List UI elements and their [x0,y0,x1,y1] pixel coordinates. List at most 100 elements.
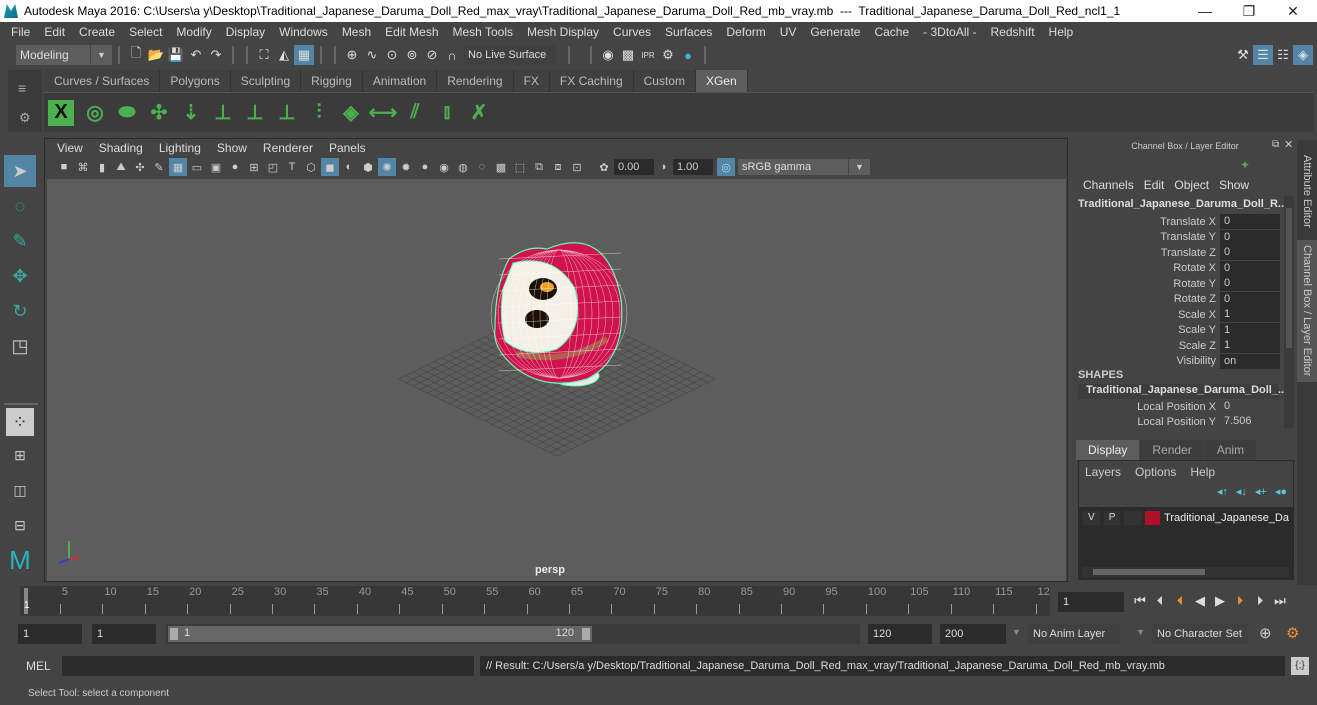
character-set-chevron-icon[interactable]: ▼ [1136,627,1145,637]
shelf-tab-custom[interactable]: Custom [633,70,696,92]
single-view-layout-icon[interactable]: ⁘ [6,408,34,436]
panel-menu-view[interactable]: View [49,141,91,155]
xray-joints-icon[interactable]: ⊡ [568,158,586,176]
channel-row[interactable]: Translate Y 0 [1074,229,1284,245]
range-slider-bar[interactable]: 1 120 [168,626,592,642]
shelf-tab-fx[interactable]: FX [513,70,550,92]
menu-surfaces[interactable]: Surfaces [658,25,719,39]
go-to-start-icon[interactable]: ⏮ [1130,591,1150,611]
play-backwards-icon[interactable]: ◀ [1190,591,1210,611]
move-layer-up-icon[interactable]: ◂↑ [1217,485,1228,498]
channel-row[interactable]: Scale Z 1 [1074,338,1284,353]
textured-icon[interactable]: ✺ [378,158,396,176]
channel-value[interactable]: 1 [1220,338,1280,353]
select-tool-icon[interactable]: ➤ [4,155,36,187]
range-end-handle[interactable] [582,628,590,640]
default-material-icon[interactable]: ◐ [340,158,358,176]
layer-menu-layers[interactable]: Layers [1085,465,1121,479]
channel-row[interactable]: Scale Y 1 [1074,322,1284,338]
channel-value[interactable]: 0 [1220,245,1280,260]
rotate-tool-icon[interactable]: ↻ [4,295,36,327]
cb-menu-object[interactable]: Object [1171,178,1216,194]
channel-value[interactable]: 7.506 [1220,414,1280,429]
menu-deform[interactable]: Deform [719,25,772,39]
panel-menu-renderer[interactable]: Renderer [255,141,321,155]
2d-pan-zoom-icon[interactable]: ✣ [131,158,149,176]
snap-magnet-icon[interactable]: ∩ [442,45,462,65]
layer-display-type-toggle[interactable] [1124,511,1142,525]
channel-value[interactable]: 0 [1220,229,1280,245]
anim-layer-chevron-icon[interactable]: ▼ [1012,627,1021,637]
lasso-tool-icon[interactable]: ◌ [4,190,36,222]
menu-mesh[interactable]: Mesh [335,25,378,39]
channel-row[interactable]: Rotate Z 0 [1074,291,1284,307]
xgen-import-icon[interactable]: ⇣ [176,98,206,128]
redo-icon[interactable]: ↷ [206,45,226,65]
shelf-tab-sculpting[interactable]: Sculpting [230,70,302,92]
grid-toggle-icon[interactable]: ▦ [169,158,187,176]
menu-generate[interactable]: Generate [803,25,867,39]
playback-end-field[interactable]: 120 [868,624,932,644]
outliner-layout-icon[interactable]: ⊟ [4,509,36,541]
animation-preferences-icon[interactable]: ⚙ [1286,624,1299,642]
gate-mask-icon[interactable]: ● [226,158,244,176]
close-panel-icon[interactable]: ✕ [1284,138,1293,151]
menu-3dtoall[interactable]: - 3DtoAll - [916,25,983,39]
close-button[interactable]: ✕ [1271,0,1315,22]
camera-attributes-icon[interactable]: ⌘ [74,158,92,176]
anti-aliasing-icon[interactable]: ◌ [473,158,491,176]
film-gate-icon[interactable]: ▭ [188,158,206,176]
attribute-editor-toggle-icon[interactable]: ☰ [1253,45,1273,65]
channel-row[interactable]: Rotate Y 0 [1074,276,1284,291]
menu-redshift[interactable]: Redshift [984,25,1042,39]
wireframe-icon[interactable]: ⬡ [302,158,320,176]
open-scene-icon[interactable]: 📂 [146,45,166,65]
axis-manipulator-icon[interactable]: ✦ [1240,158,1250,172]
shape-name[interactable]: Traditional_Japanese_Daruma_Doll_... [1078,384,1287,399]
channel-box-toggle-icon[interactable]: ◈ [1293,45,1313,65]
menu-mesh-display[interactable]: Mesh Display [520,25,606,39]
screen-space-ao-icon[interactable]: ◉ [435,158,453,176]
select-by-component-icon[interactable]: ▦ [294,45,314,65]
new-scene-icon[interactable]: 🗋 [126,45,146,65]
layer-row[interactable]: V P Traditional_Japanese_Da [1079,507,1293,529]
minimize-button[interactable]: — [1183,0,1227,22]
hypershade-icon[interactable]: ● [678,45,698,65]
panel-menu-show[interactable]: Show [209,141,255,155]
channel-value[interactable]: 1 [1220,307,1280,322]
render-view-icon[interactable]: ◉ [598,45,618,65]
shelf-tab-xgen[interactable]: XGen [695,70,748,92]
gamma-field[interactable]: 1.00 [673,159,713,175]
layer-playback-toggle[interactable]: P [1103,511,1121,525]
xgen-guide-bend-icon[interactable]: ⫾ [432,98,462,128]
channel-value[interactable]: 0 [1220,276,1280,291]
channel-value[interactable]: 0 [1220,260,1280,276]
step-back-frame-icon[interactable]: ⏴ [1150,591,1170,611]
xgen-guides-icon[interactable]: ⫶ [304,98,334,128]
layer-tab-render[interactable]: Render [1140,440,1204,460]
menu-display[interactable]: Display [219,25,272,39]
animation-end-field[interactable]: 200 [940,624,1006,644]
wireframe-on-shaded-icon[interactable]: ⬢ [359,158,377,176]
use-all-lights-icon[interactable]: ✹ [397,158,415,176]
channel-row[interactable]: Visibility on [1074,353,1284,369]
viewport-3d[interactable]: persp [47,179,1066,581]
xgen-editor-icon[interactable]: X [48,99,74,126]
bookmark-icon[interactable]: ▮ [93,158,111,176]
select-by-hierarchy-icon[interactable]: ⛶ [254,45,274,65]
undo-icon[interactable]: ↶ [186,45,206,65]
menu-uv[interactable]: UV [773,25,804,39]
gamma-icon[interactable]: ◑ [654,158,672,176]
layer-color-swatch[interactable] [1145,511,1161,525]
menu-curves[interactable]: Curves [606,25,658,39]
xgen-preview-icon[interactable]: ◎ [80,98,110,128]
tool-settings-toggle-icon[interactable]: ☷ [1273,45,1293,65]
maximize-button[interactable]: ❐ [1227,0,1271,22]
layer-tab-display[interactable]: Display [1076,440,1140,460]
command-input[interactable] [62,656,474,676]
move-layer-down-icon[interactable]: ◂↓ [1236,485,1247,498]
menu-modify[interactable]: Modify [169,25,218,39]
shelf-settings-icon[interactable]: ⚙ [19,110,31,126]
channel-value[interactable]: 0 [1220,291,1280,307]
xgen-create-description-icon[interactable]: ✣ [144,98,174,128]
